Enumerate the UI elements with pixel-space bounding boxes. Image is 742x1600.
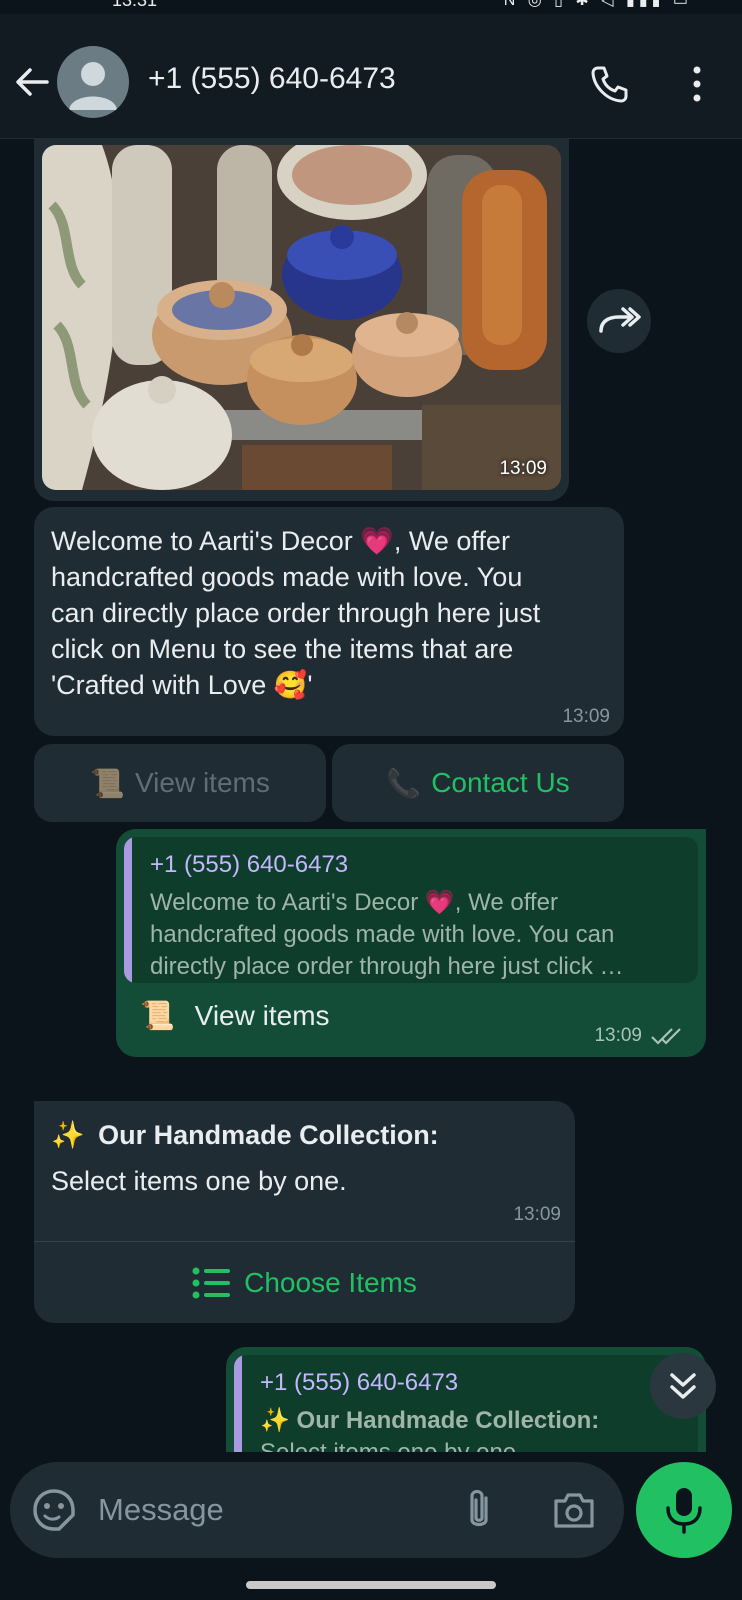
message-timestamp: 13:09 (562, 706, 610, 727)
quote-sender: +1 (555) 640-6473 (260, 1369, 459, 1396)
quote-sender: +1 (555) 640-6473 (150, 851, 349, 878)
message-line: Welcome to Aarti's Decor 💗, We offer (51, 526, 510, 556)
contact-us-label: Contact Us (431, 767, 570, 798)
message-line: handcrafted goods made with love. You (51, 562, 523, 592)
message-line: click on Menu to see the items that are (51, 634, 514, 664)
chat-header: +1 (555) 640-6473 (0, 14, 742, 139)
status-icons: N ◎ ▯ ✱ ◁ ▮▮▮ ▭ (503, 0, 692, 9)
avatar[interactable] (57, 46, 129, 118)
sparkle-icon: ✨ (51, 1120, 85, 1150)
view-items-label: View items (135, 767, 270, 798)
default-avatar-icon (69, 62, 117, 110)
reply-text: View items (194, 1000, 330, 1031)
quote-line: ✨ Our Handmade Collection: (260, 1407, 600, 1434)
quote-bar (234, 1355, 242, 1452)
forward-icon (599, 307, 641, 333)
choose-items-button[interactable]: Choose Items (34, 1242, 575, 1323)
view-items-button[interactable]: 📜 View items (34, 744, 326, 822)
forward-button[interactable] (587, 289, 651, 353)
quote-line: handcrafted goods made with love. You ca… (150, 921, 615, 948)
quote-line: Welcome to Aarti's Decor 💗, We offer (150, 889, 558, 916)
scroll-icon: 📜 (90, 767, 125, 799)
attach-paperclip-icon[interactable] (462, 1488, 496, 1532)
sticker-emoji-icon[interactable] (32, 1488, 76, 1532)
home-gesture-pill[interactable] (246, 1581, 496, 1589)
message-input-box[interactable]: Message (10, 1462, 624, 1558)
message-composer: Message (0, 1452, 742, 1576)
contact-title[interactable]: +1 (555) 640-6473 (148, 62, 396, 96)
microphone-icon (666, 1488, 702, 1534)
outgoing-reply-message[interactable]: +1 (555) 640-6473 Welcome to Aarti's Dec… (116, 829, 706, 1057)
list-icon (192, 1267, 231, 1298)
double-check-icon (651, 1028, 681, 1045)
status-time: 13:31 (112, 0, 158, 10)
collection-body: Select items one by one. (51, 1166, 347, 1196)
quote-bar (124, 837, 132, 983)
image-message[interactable]: 13:09 (34, 139, 569, 501)
choose-items-label: Choose Items (244, 1266, 417, 1298)
status-bar: 13:31 N ◎ ▯ ✱ ◁ ▮▮▮ ▭ (0, 0, 742, 14)
message-placeholder: Message (98, 1492, 224, 1527)
scroll-to-bottom-button[interactable] (650, 1353, 716, 1419)
product-photo[interactable]: 13:09 (42, 145, 561, 490)
voice-call-icon[interactable] (589, 64, 629, 104)
phone-icon: 📞 (386, 767, 422, 799)
system-nav-bar (0, 1576, 742, 1600)
collection-heading: Our Handmade Collection: (98, 1120, 439, 1150)
back-arrow-icon[interactable] (14, 64, 50, 100)
quote-line: directly place order through here just c… (150, 953, 624, 980)
voice-message-button[interactable] (636, 1462, 732, 1558)
quoted-message[interactable]: +1 (555) 640-6473 Welcome to Aarti's Dec… (124, 837, 698, 983)
pottery-photo-illustration (42, 145, 561, 490)
contact-us-button[interactable]: 📞 Contact Us (332, 744, 624, 822)
camera-icon[interactable] (552, 1490, 596, 1530)
message-timestamp: 13:09 (499, 458, 547, 479)
scroll-icon: 📜 (140, 1000, 175, 1031)
double-chevron-down-icon (670, 1373, 696, 1399)
quoted-message[interactable]: +1 (555) 640-6473 ✨ Our Handmade Collect… (234, 1355, 698, 1452)
welcome-message[interactable]: Welcome to Aarti's Decor 💗, We offer han… (34, 507, 624, 736)
message-line: 'Crafted with Love 🥰' (51, 670, 313, 700)
collection-message[interactable]: ✨ Our Handmade Collection: Select items … (34, 1101, 575, 1323)
chat-area[interactable]: 13:09 Welcome to Aarti's Decor 💗, We off… (0, 139, 742, 1452)
message-line: can directly place order through here ju… (51, 598, 541, 628)
more-options-icon[interactable] (682, 64, 712, 104)
message-timestamp: 13:09 (594, 1025, 642, 1046)
quote-line: Select items one by one. (260, 1437, 684, 1452)
outgoing-reply-message[interactable]: +1 (555) 640-6473 ✨ Our Handmade Collect… (226, 1347, 706, 1452)
message-timestamp: 13:09 (513, 1204, 561, 1225)
